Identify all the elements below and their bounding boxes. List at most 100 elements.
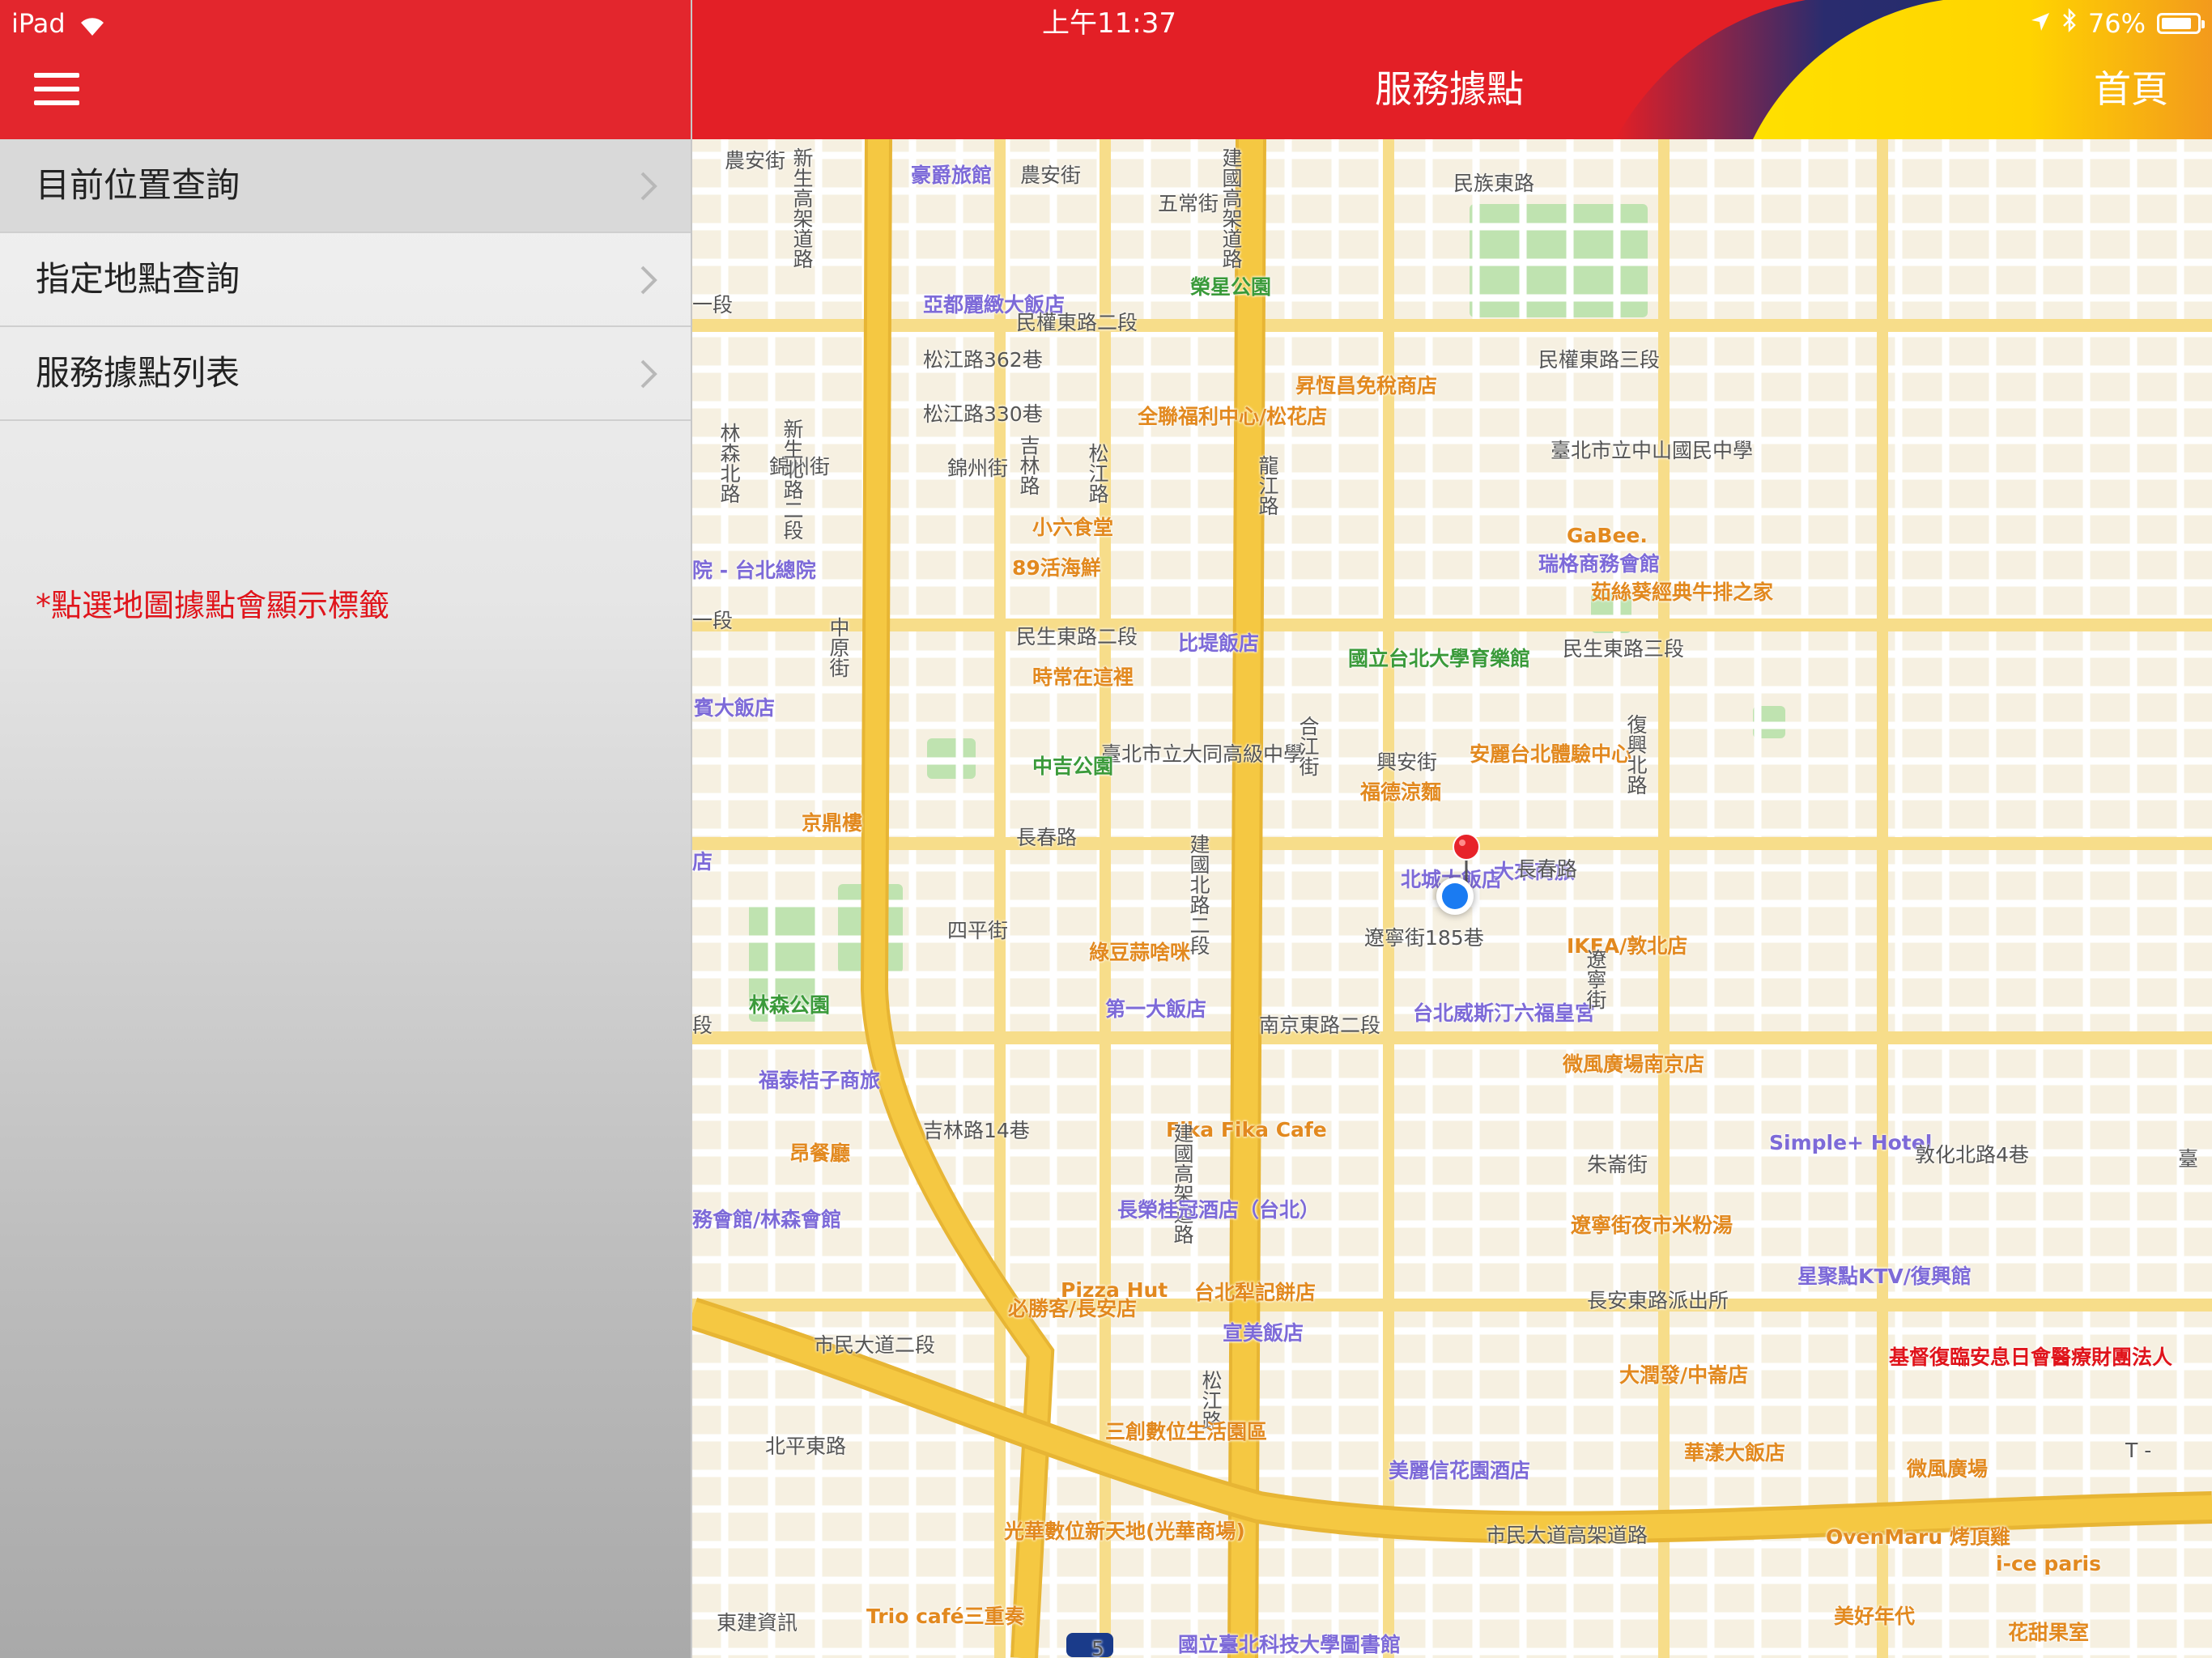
map-label-food[interactable]: 微風廣場 (1907, 1457, 1988, 1482)
map-label-food[interactable]: 光華數位新天地(光華商場) (1004, 1520, 1245, 1544)
map-label-road: 新生高架道路 (790, 147, 814, 269)
map-label-road: 松江路330巷 (923, 402, 1043, 426)
map-label-food[interactable]: 福德涼麵 (1360, 780, 1441, 805)
map-label-road: 市民大道二段 (814, 1333, 936, 1357)
map-label-hotel[interactable]: 賓大飯店 (694, 696, 775, 721)
map-label-road: T - (2125, 1439, 2152, 1462)
sidebar-item-label: 指定地點查詢 (36, 259, 240, 299)
map-label-hotel[interactable]: 宣美飯店 (1223, 1321, 1304, 1346)
map-label-park[interactable]: 榮星公園 (1190, 275, 1271, 300)
map-label-food[interactable]: 必勝客/長安店 (1008, 1297, 1137, 1321)
map-label-food[interactable]: 89活海鮮 (1012, 556, 1101, 580)
map-label-food[interactable]: 大潤發/中崙店 (1619, 1363, 1748, 1388)
map-label-road: 建國高架道路 (1171, 1123, 1194, 1244)
map-label-road: 建國北路二段 (1187, 834, 1210, 955)
status-time: 上午11:37 (1042, 7, 1176, 40)
map-label-road: 朱崙街 (1587, 1153, 1648, 1176)
map-label-road: 中原街 (827, 617, 850, 678)
map-label-hotel[interactable]: Simple+ Hotel (1769, 1131, 1932, 1155)
map-label-road: 復興北路 (1624, 714, 1648, 795)
map-label-road: 新生北路二段 (781, 419, 804, 540)
map-label-food[interactable]: 美好年代 (1834, 1605, 1915, 1629)
map-label-road: 民族東路 (1453, 172, 1535, 195)
map-label-food[interactable]: 安麗台北體驗中心 (1470, 742, 1631, 767)
map-label-hotel[interactable]: 院 - 台北總院 (692, 559, 816, 583)
map-label-road: 臺北市立中山國民中學 (1551, 439, 1754, 462)
map-label-park[interactable]: 中吉公園 (1032, 755, 1113, 779)
map-label-hotel[interactable]: 星聚點KTV/復興館 (1797, 1265, 1972, 1289)
menu-icon[interactable] (34, 73, 79, 105)
map-label-road: 龍江路 (1256, 455, 1279, 516)
map-label-food[interactable]: 花甜果室 (2008, 1621, 2089, 1645)
map-label-hotel[interactable]: 務會館/林森會館 (692, 1208, 841, 1232)
map-label-hotel[interactable]: 福泰桔子商旅 (759, 1069, 880, 1093)
map-label-hotel[interactable]: 瑞格商務會館 (1538, 552, 1660, 576)
map-label-road: 四平街 (947, 919, 1009, 942)
map-view[interactable]: 農安街 豪爵旅館 農安街 五常街 民族東路 新生高架道路 建國高架道路 一段 亞都麗緻大飯店 榮星… (692, 139, 2212, 1658)
map-label-food[interactable]: 小六食堂 (1032, 516, 1113, 540)
sidebar-item-service-list[interactable]: 服務據點列表 (0, 327, 691, 421)
map-label-food[interactable]: 時常在這裡 (1032, 665, 1134, 690)
map-label-road: 民生東路三段 (1563, 637, 1685, 661)
map-label-road: 長春路 (1516, 857, 1578, 881)
map-label-road: 一段 (692, 609, 734, 632)
sidebar-item-specified-location[interactable]: 指定地點查詢 (0, 233, 691, 327)
map-label-hotel[interactable]: 比堤飯店 (1178, 631, 1259, 656)
map-label-hotel[interactable]: 第一大飯店 (1105, 997, 1206, 1022)
map-label-food[interactable]: 京鼎樓 (802, 811, 862, 835)
map-label-food[interactable]: OvenMaru 烤頂雞 (1826, 1525, 2010, 1550)
map-label-road: 5 (1091, 1637, 1104, 1658)
device-name: iPad (11, 8, 66, 39)
sidebar-item-current-location[interactable]: 目前位置查詢 (0, 139, 691, 233)
page-title: 服務據點 (1375, 67, 1524, 111)
map-label-food[interactable]: i-ce paris (1996, 1552, 2101, 1576)
map-label-road: 合江街 (1296, 716, 1320, 776)
map-label-road: 北平東路 (765, 1435, 847, 1458)
chevron-right-icon (640, 266, 657, 295)
map-label-park[interactable]: 國立台北大學育樂館 (1348, 647, 1530, 671)
map-label-food_red[interactable]: 基督復臨安息日會醫療財團法人 (1889, 1346, 2172, 1370)
map-label-road: 五常街 (1158, 192, 1219, 215)
map-label-road: 遼寧街185巷 (1364, 926, 1484, 950)
map-label-hotel[interactable]: 國立臺北科技大學圖書館 (1178, 1633, 1401, 1657)
map-label-food[interactable]: 昂餐廳 (789, 1141, 850, 1166)
location-arrow-icon (2030, 3, 2051, 44)
map-label-hotel[interactable]: 店 (692, 850, 713, 874)
map-label-road: 林森北路 (717, 423, 741, 504)
map-label-food[interactable]: 茹絲葵經典牛排之家 (1591, 580, 1773, 605)
map-label-road: 吉林路14巷 (923, 1119, 1030, 1142)
map-label-road: 臺 (2178, 1147, 2199, 1171)
map-label-road: 錦州街 (947, 457, 1009, 480)
map-label-road: 吉林路 (1017, 435, 1040, 495)
map-label-food[interactable]: 遼寧街夜市米粉湯 (1571, 1214, 1733, 1238)
map-label-road: 民權東路三段 (1538, 348, 1661, 372)
map-label-park[interactable]: 林森公園 (749, 993, 830, 1018)
sidebar-item-label: 目前位置查詢 (36, 165, 240, 205)
map-label-food[interactable]: GaBee. (1567, 524, 1648, 548)
map-label-food[interactable]: 微風廣場南京店 (1563, 1052, 1704, 1077)
map-label-road: 段 (692, 1014, 713, 1037)
map-label-hotel[interactable]: 豪爵旅館 (911, 164, 992, 188)
map-label-road: 農安街 (725, 149, 786, 172)
map-label-road: 敦化北路4巷 (1915, 1143, 2029, 1167)
map-label-hotel[interactable]: 台北威斯汀六福皇宮 (1413, 1001, 1595, 1026)
map-label-road: 長春路 (1016, 826, 1078, 849)
battery-icon (2157, 13, 2205, 34)
map-label-food[interactable]: 華漾大飯店 (1684, 1441, 1785, 1465)
sidebar-item-label: 服務據點列表 (36, 353, 240, 393)
home-button[interactable]: 首頁 (2094, 63, 2168, 115)
map-label-food[interactable]: 昇恆昌免稅商店 (1295, 374, 1437, 398)
map-label-food[interactable]: 綠豆蒜啥咪 (1089, 941, 1190, 965)
map-label-hotel[interactable]: 長榮桂冠酒店（台北） (1117, 1198, 1320, 1222)
map-label-road: 興安街 (1376, 750, 1438, 774)
map-label-food[interactable]: 全聯福利中心/松花店 (1138, 405, 1327, 429)
map-label-food[interactable]: 台北犁記餅店 (1194, 1281, 1316, 1305)
map-label-food[interactable]: Trio café三重奏 (866, 1605, 1025, 1629)
status-right: 76% (2030, 3, 2205, 44)
map-label-food[interactable]: 三創數位生活園區 (1105, 1420, 1267, 1444)
map-label-road: 松江路362巷 (923, 348, 1043, 372)
map-label-road: 民生東路二段 (1016, 625, 1138, 648)
map-label-hotel[interactable]: 美麗信花園酒店 (1389, 1459, 1530, 1483)
wifi-icon (78, 8, 107, 49)
map-label-road: 一段 (692, 293, 734, 317)
